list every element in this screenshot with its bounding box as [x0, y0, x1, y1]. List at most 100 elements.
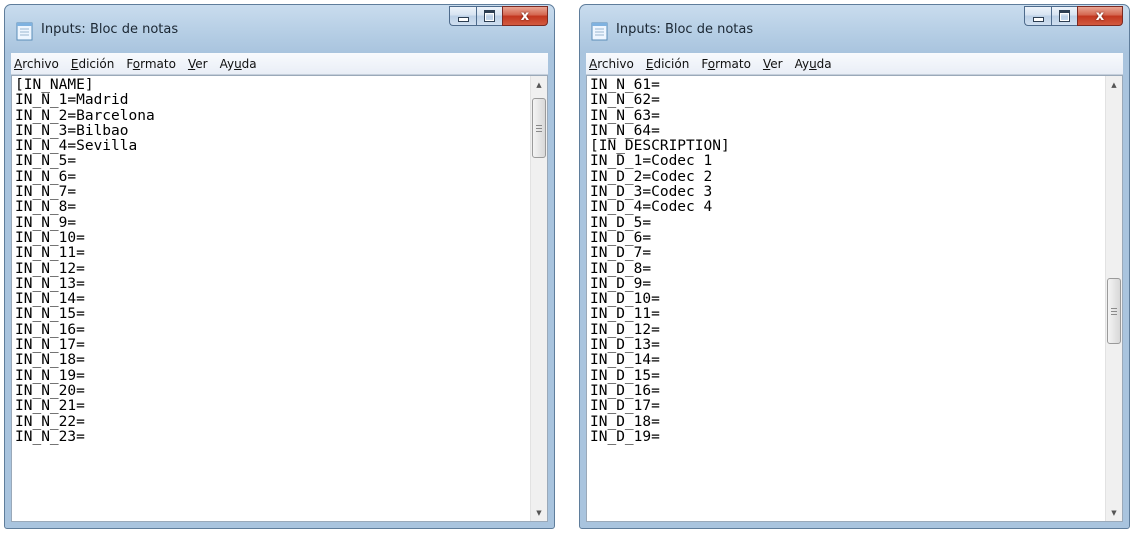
title-bar[interactable]: Inputs: Bloc de notas x [580, 5, 1129, 51]
text-line: IN_N_14= [15, 291, 85, 308]
text-line: IN_D_10= [590, 291, 660, 308]
menu-ver[interactable]: Ver [757, 54, 789, 74]
text-line: IN_N_1=Madrid [15, 92, 129, 109]
minimize-button[interactable] [1024, 6, 1051, 26]
close-icon: x [520, 8, 530, 24]
text-line: IN_N_19= [15, 367, 85, 384]
menu-ayuda-label: da [241, 56, 257, 71]
text-line: IN_N_10= [15, 229, 85, 246]
menu-archivo-accel: A [589, 56, 598, 71]
text-line: IN_D_3=Codec 3 [590, 184, 713, 201]
scroll-down-arrow-icon[interactable]: ▼ [1106, 504, 1122, 521]
text-line: IN_D_16= [590, 382, 660, 399]
menu-ver[interactable]: Ver [182, 54, 214, 74]
maximize-button[interactable] [476, 6, 502, 26]
text-line: IN_N_20= [15, 382, 85, 399]
menu-archivo-accel: A [14, 56, 23, 71]
text-line: [IN_NAME] [15, 78, 94, 93]
menu-archivo[interactable]: Archivo [586, 54, 640, 74]
text-line: IN_N_21= [15, 398, 85, 415]
notepad-window-right[interactable]: Inputs: Bloc de notas x Archivo Edición … [579, 4, 1130, 529]
text-line: IN_N_63= [590, 107, 660, 124]
scroll-down-arrow-icon[interactable]: ▼ [531, 504, 547, 521]
menu-ver-label: er [770, 56, 783, 71]
menu-edicion[interactable]: Edición [640, 54, 695, 74]
text-content[interactable]: IN_N_61= IN_N_62= IN_N_63= IN_N_64= [IN_DESC… [590, 78, 1104, 521]
menu-ayuda[interactable]: Ayuda [789, 54, 838, 74]
menu-bar: Archivo Edición Formato Ver Ayuda [11, 53, 548, 75]
text-content[interactable]: [IN_NAME] IN_N_1=Madrid IN_N_2=Barcelona IN… [15, 78, 529, 521]
scrollbar-thumb[interactable] [532, 98, 546, 158]
menu-edicion-label: dición [78, 56, 115, 71]
maximize-icon [484, 10, 495, 22]
scroll-up-arrow-icon[interactable]: ▲ [1106, 76, 1122, 93]
menu-ayuda-pre: Ay [794, 56, 810, 71]
text-line: IN_D_5= [590, 214, 652, 231]
minimize-button[interactable] [449, 6, 476, 26]
text-line: IN_N_22= [15, 413, 85, 430]
text-line: IN_N_17= [15, 337, 85, 354]
notepad-window-left[interactable]: Inputs: Bloc de notas x Archivo Edición … [4, 4, 555, 529]
text-line: IN_N_16= [15, 321, 85, 338]
menu-archivo-label: rchivo [22, 56, 59, 71]
text-line: IN_N_7= [15, 184, 77, 201]
text-line: IN_N_62= [590, 92, 660, 109]
text-line: IN_N_13= [15, 275, 85, 292]
text-line: IN_N_3=Bilbao [15, 122, 129, 139]
text-line: IN_D_17= [590, 398, 660, 415]
minimize-icon [1032, 16, 1044, 22]
text-line: IN_D_19= [590, 428, 660, 445]
scrollbar-grip-icon [536, 124, 542, 132]
text-line: IN_D_12= [590, 321, 660, 338]
menu-ayuda-accel: u [234, 56, 242, 71]
caption-buttons: x [1024, 6, 1123, 28]
menu-formato[interactable]: Formato [120, 54, 182, 74]
menu-ayuda-pre: Ay [219, 56, 235, 71]
menu-ayuda-label: da [816, 56, 832, 71]
menu-formato-label: rmato [715, 56, 751, 71]
text-line: IN_N_61= [590, 78, 660, 93]
menu-ver-label: er [195, 56, 208, 71]
menu-formato[interactable]: Formato [695, 54, 757, 74]
text-line: IN_N_15= [15, 306, 85, 323]
title-bar[interactable]: Inputs: Bloc de notas x [5, 5, 554, 51]
text-line: IN_N_9= [15, 214, 77, 231]
scroll-up-arrow-icon[interactable]: ▲ [531, 76, 547, 93]
menu-archivo[interactable]: Archivo [11, 54, 65, 74]
text-line: IN_D_9= [590, 275, 652, 292]
menu-edicion-label: dición [653, 56, 690, 71]
text-line: [IN_DESCRIPTION] [590, 138, 730, 155]
text-line: IN_N_12= [15, 260, 85, 277]
text-line: IN_D_4=Codec 4 [590, 199, 713, 216]
text-line: IN_D_1=Codec 1 [590, 153, 713, 170]
close-button[interactable]: x [502, 6, 548, 26]
vertical-scrollbar[interactable]: ▲ ▼ [1105, 76, 1122, 521]
maximize-icon [1059, 10, 1070, 22]
close-button[interactable]: x [1077, 6, 1123, 26]
text-line: IN_N_11= [15, 245, 85, 262]
text-line: IN_D_7= [590, 245, 652, 262]
text-line: IN_N_23= [15, 428, 85, 445]
window-title: Inputs: Bloc de notas [41, 22, 179, 37]
text-line: IN_N_18= [15, 352, 85, 369]
vertical-scrollbar[interactable]: ▲ ▼ [530, 76, 547, 521]
text-line: IN_D_14= [590, 352, 660, 369]
menu-ayuda[interactable]: Ayuda [214, 54, 263, 74]
text-line: IN_D_15= [590, 367, 660, 384]
notepad-icon [16, 22, 33, 41]
menu-edicion[interactable]: Edición [65, 54, 120, 74]
close-icon: x [1095, 8, 1105, 24]
text-line: IN_N_8= [15, 199, 77, 216]
text-line: IN_D_6= [590, 229, 652, 246]
edit-area[interactable]: IN_N_61= IN_N_62= IN_N_63= IN_N_64= [IN_DESC… [586, 75, 1123, 522]
maximize-button[interactable] [1051, 6, 1077, 26]
edit-area[interactable]: [IN_NAME] IN_N_1=Madrid IN_N_2=Barcelona IN… [11, 75, 548, 522]
scrollbar-thumb[interactable] [1107, 278, 1121, 344]
text-line: IN_N_6= [15, 168, 77, 185]
menu-ayuda-accel: u [809, 56, 817, 71]
text-line: IN_N_2=Barcelona [15, 107, 155, 124]
notepad-icon [591, 22, 608, 41]
text-line: IN_N_5= [15, 153, 77, 170]
caption-buttons: x [449, 6, 548, 28]
text-line: IN_D_2=Codec 2 [590, 168, 713, 185]
